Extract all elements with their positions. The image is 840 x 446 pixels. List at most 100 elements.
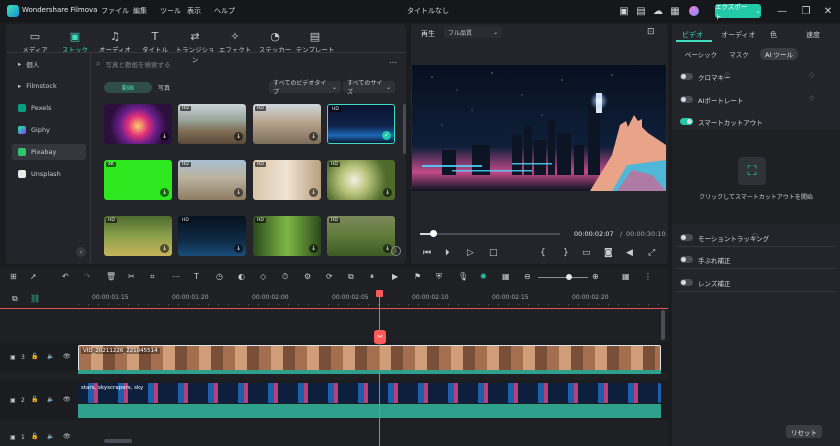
stock-thumbnail[interactable]: HD ↓ <box>253 216 321 256</box>
menu-edit[interactable]: 編集 <box>133 6 147 16</box>
grid-icon[interactable]: ▦ <box>502 272 510 281</box>
help-icon[interactable]: ⓘ <box>724 71 730 80</box>
download-icon[interactable]: ↓ <box>160 244 169 253</box>
split-icon[interactable]: ⏸ <box>370 272 374 282</box>
subtab-mask[interactable]: マスク <box>724 48 754 60</box>
video-type-dropdown[interactable]: すべてのビデオタイプ ⌄ <box>269 80 341 96</box>
scrub-bar[interactable] <box>420 233 560 235</box>
document-icon[interactable]: ▤ <box>634 4 648 18</box>
size-dropdown[interactable]: すべてのサイズ ⌄ <box>343 80 395 96</box>
layout-icon[interactable]: ⊞ <box>10 272 17 281</box>
download-icon[interactable]: ↓ <box>383 188 392 197</box>
stock-thumbnail[interactable]: HD ↓ <box>327 216 395 256</box>
search-input[interactable]: 写真と動画を検索する <box>105 59 170 69</box>
chroma-key-toggle[interactable] <box>680 73 693 80</box>
tab-stock[interactable]: ▣ ストック <box>55 30 95 54</box>
playhead-handle[interactable] <box>376 290 383 297</box>
tab-audio-props[interactable]: オーディオ <box>721 30 756 40</box>
stop-icon[interactable]: □ <box>489 248 498 258</box>
timeline-scrollbar[interactable] <box>104 439 132 443</box>
lock-icon[interactable]: 🔓 <box>31 353 38 360</box>
collapse-sidebar-icon[interactable]: ‹ <box>76 247 86 257</box>
play-icon[interactable]: ▷ <box>467 248 474 258</box>
help-icon[interactable]: ⓘ <box>752 232 758 241</box>
keyframe-icon[interactable]: ◇ <box>809 94 814 102</box>
cut-icon[interactable]: ✂ <box>128 272 135 281</box>
download-icon[interactable]: ↓ <box>160 132 169 141</box>
fullscreen-icon[interactable]: ⤢ <box>648 248 655 258</box>
tab-titles[interactable]: T タイトル <box>135 30 175 54</box>
stock-thumbnail[interactable]: HD ↓ <box>253 160 321 200</box>
grid-view-icon[interactable]: ▦ <box>622 272 630 281</box>
undo-icon[interactable]: ↶ <box>62 272 69 281</box>
keyframe-icon[interactable]: ◇ <box>260 272 266 281</box>
photo-filter-button[interactable]: 写真 <box>152 82 176 93</box>
stock-thumbnail[interactable]: HD ↓ <box>178 160 246 200</box>
mute-icon[interactable]: 🔈 <box>47 433 54 440</box>
tab-audio[interactable]: ♫ オーディオ <box>95 30 135 54</box>
minimize-icon[interactable]: — <box>775 4 789 18</box>
save-icon[interactable]: ▣ <box>617 4 631 18</box>
camera-icon[interactable]: ◙ <box>604 248 613 258</box>
eye-icon[interactable]: 👁 <box>63 353 71 360</box>
menu-file[interactable]: ファイル <box>101 6 129 16</box>
text-icon[interactable]: T <box>194 272 199 281</box>
download-icon[interactable]: ↓ <box>234 132 243 141</box>
adjust-icon[interactable]: ⚙ <box>304 272 311 281</box>
tab-effects[interactable]: ✧ エフェクト <box>215 30 255 54</box>
color-icon[interactable]: ◐ <box>238 272 245 281</box>
video-filter-button[interactable]: 動画 <box>104 82 152 93</box>
info-icon[interactable]: i <box>391 246 401 256</box>
redo-icon[interactable]: ↷ <box>84 272 91 281</box>
lock-icon[interactable]: 🔓 <box>31 396 38 403</box>
keyframe-icon[interactable]: ◇ <box>809 71 814 79</box>
mark-in-icon[interactable]: { <box>540 248 546 258</box>
stock-thumbnail[interactable]: HD ↓ <box>178 104 246 144</box>
avatar[interactable] <box>689 6 699 16</box>
tab-media[interactable]: ▭ メディア <box>15 30 55 54</box>
cloud-icon[interactable]: ☁ <box>651 4 665 18</box>
tab-stickers[interactable]: ◔ ステッカー <box>255 30 295 54</box>
display-icon[interactable]: ▭ <box>582 248 591 258</box>
ai-portrait-toggle[interactable] <box>680 96 693 103</box>
ai-icon[interactable]: ✺ <box>480 272 487 281</box>
stock-thumbnail[interactable]: HD ↓ <box>178 216 246 256</box>
stock-thumbnail-selected[interactable]: HD ✓ <box>327 104 395 144</box>
media-scrollbar[interactable] <box>403 104 406 154</box>
stock-thumbnail[interactable]: 4K ↓ <box>104 160 172 200</box>
stock-thumbnail[interactable]: HD ↓ <box>253 104 321 144</box>
split-scissors-icon[interactable]: ✂ <box>374 330 386 344</box>
grid-icon[interactable]: ▦ <box>668 4 682 18</box>
scrub-handle[interactable] <box>430 230 437 237</box>
timer-icon[interactable]: ⏱ <box>282 272 288 282</box>
volume-icon[interactable]: ◀ <box>626 248 633 258</box>
select-tool-icon[interactable]: ➚ <box>30 272 37 281</box>
download-icon[interactable]: ↓ <box>234 244 243 253</box>
more-icon[interactable]: ⋯ <box>389 58 397 67</box>
menu-tools[interactable]: ツール <box>160 6 181 16</box>
cutout-icon[interactable]: ⛶ <box>738 157 766 185</box>
sidebar-item-pixabay[interactable]: Pixabay <box>12 144 86 160</box>
previous-frame-icon[interactable]: ⏮ <box>423 248 431 258</box>
tab-speed[interactable]: 速度 <box>806 30 820 40</box>
stock-thumbnail[interactable]: HD ↓ <box>104 216 172 256</box>
download-icon[interactable]: ↓ <box>309 132 318 141</box>
shield-icon[interactable]: ⛨ <box>436 272 442 282</box>
close-icon[interactable]: ✕ <box>821 4 835 18</box>
stock-thumbnail[interactable]: ↓ <box>104 104 172 144</box>
sidebar-item-giphy[interactable]: Giphy <box>12 122 86 138</box>
mic-icon[interactable]: 🎙 <box>458 272 468 281</box>
zoom-slider[interactable] <box>538 277 588 278</box>
mute-icon[interactable]: 🔈 <box>47 396 54 403</box>
download-icon[interactable]: ↓ <box>309 244 318 253</box>
lock-icon[interactable]: 🔓 <box>31 433 38 440</box>
maximize-icon[interactable]: ❐ <box>799 4 813 18</box>
tab-video[interactable]: ビデオ <box>682 30 703 40</box>
eye-icon[interactable]: 👁 <box>63 396 71 403</box>
sidebar-item-filmstock[interactable]: ▸ Filmstock <box>12 78 86 94</box>
menu-view[interactable]: 表示 <box>187 6 201 16</box>
search-bar[interactable]: ⌕ 写真と動画を検索する <box>96 57 396 71</box>
zoom-handle[interactable] <box>566 274 572 280</box>
transform-icon[interactable]: ⟳ <box>326 272 333 281</box>
zoom-in-icon[interactable]: ⊕ <box>592 272 599 281</box>
